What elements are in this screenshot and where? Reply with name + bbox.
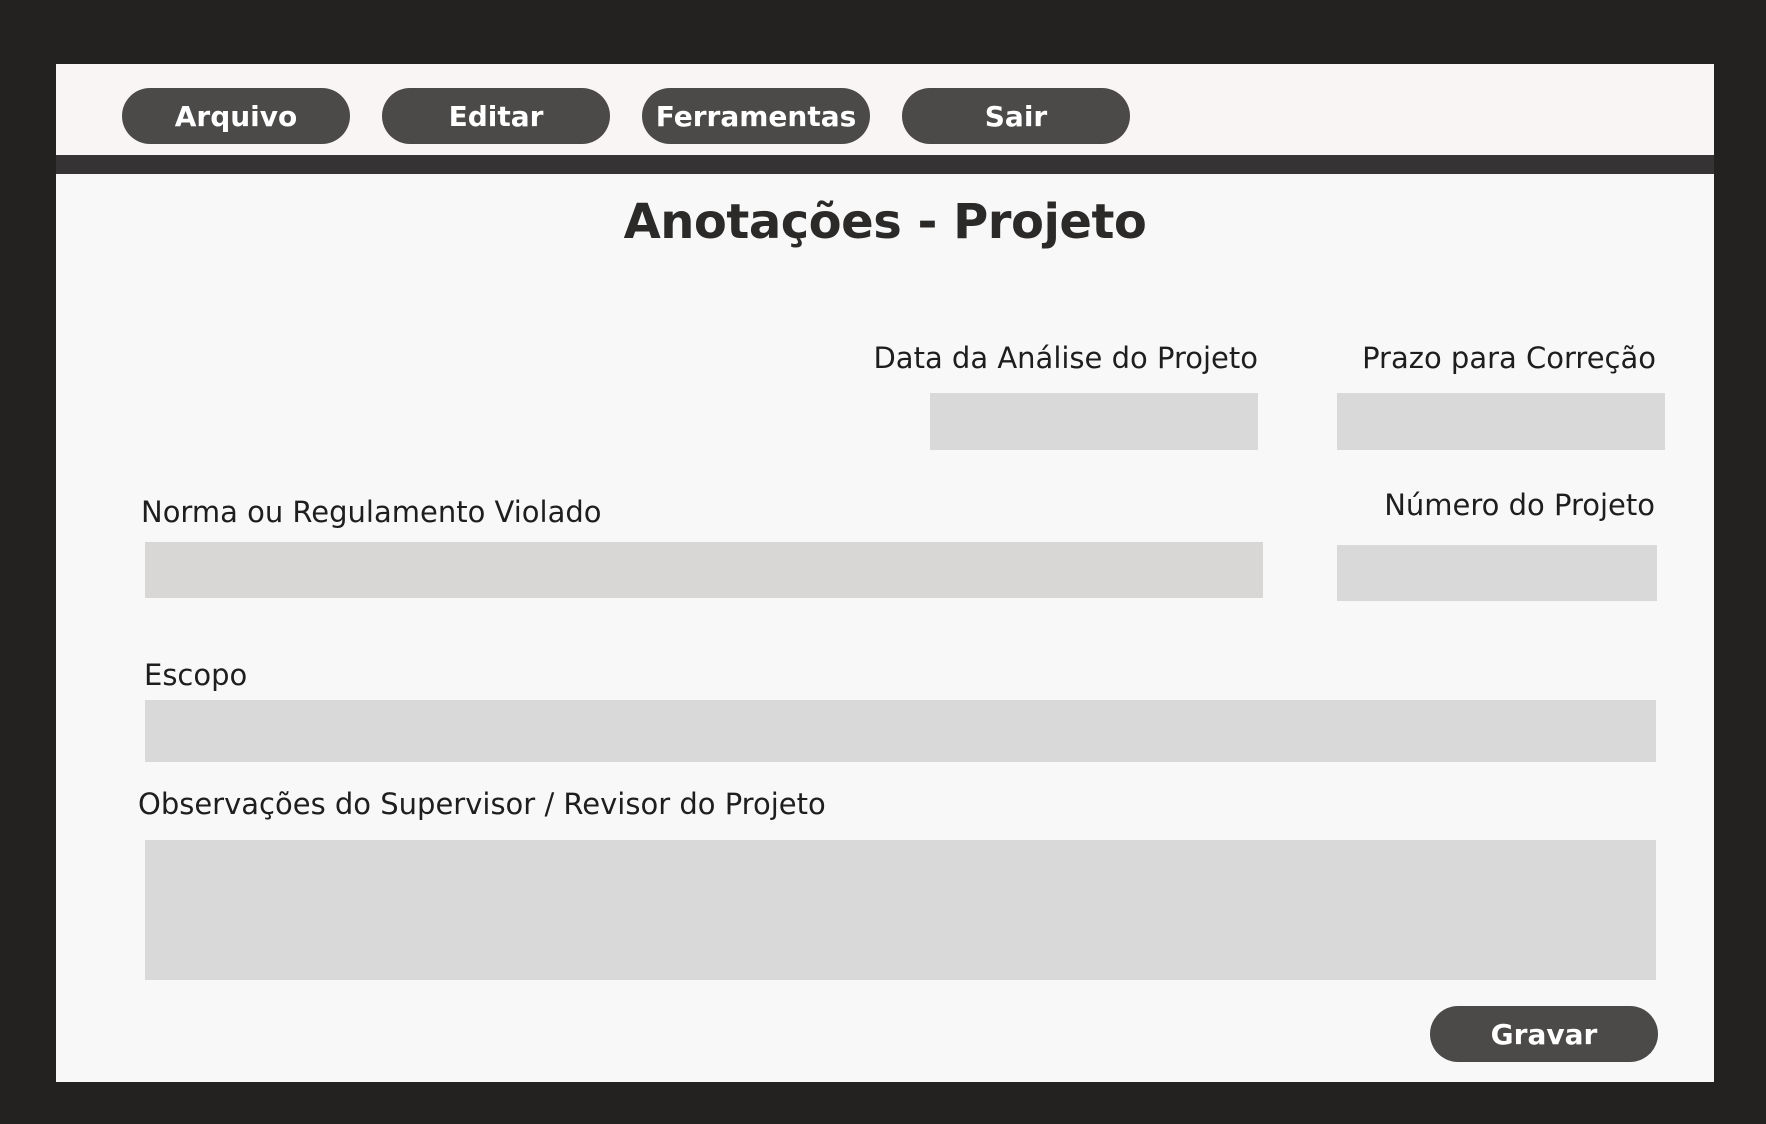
supervisor-notes-field[interactable]: [145, 840, 1656, 980]
supervisor-notes-label: Observações do Supervisor / Revisor do P…: [138, 787, 826, 821]
page-title: Anotações - Projeto: [623, 194, 1147, 250]
project-number-label: Número do Projeto: [1384, 488, 1655, 522]
save-button[interactable]: Gravar: [1430, 1006, 1658, 1062]
violated-rule-field[interactable]: [145, 542, 1263, 598]
menu-editar-button[interactable]: Editar: [382, 88, 610, 144]
menu-bar: Arquivo Editar Ferramentas Sair: [56, 64, 1714, 155]
analysis-date-label: Data da Análise do Projeto: [873, 341, 1258, 375]
menu-sair-button[interactable]: Sair: [902, 88, 1130, 144]
menu-ferramentas-button[interactable]: Ferramentas: [642, 88, 870, 144]
project-number-field[interactable]: [1337, 545, 1657, 601]
form-window: Arquivo Editar Ferramentas Sair Anotaçõe…: [56, 64, 1714, 1082]
menu-divider: [56, 155, 1714, 174]
violated-rule-label: Norma ou Regulamento Violado: [141, 495, 602, 529]
correction-deadline-label: Prazo para Correção: [1362, 341, 1656, 375]
scope-label: Escopo: [144, 658, 248, 692]
menu-arquivo-button[interactable]: Arquivo: [122, 88, 350, 144]
correction-deadline-field[interactable]: [1337, 393, 1665, 450]
scope-field[interactable]: [145, 700, 1656, 762]
analysis-date-field[interactable]: [930, 393, 1258, 450]
